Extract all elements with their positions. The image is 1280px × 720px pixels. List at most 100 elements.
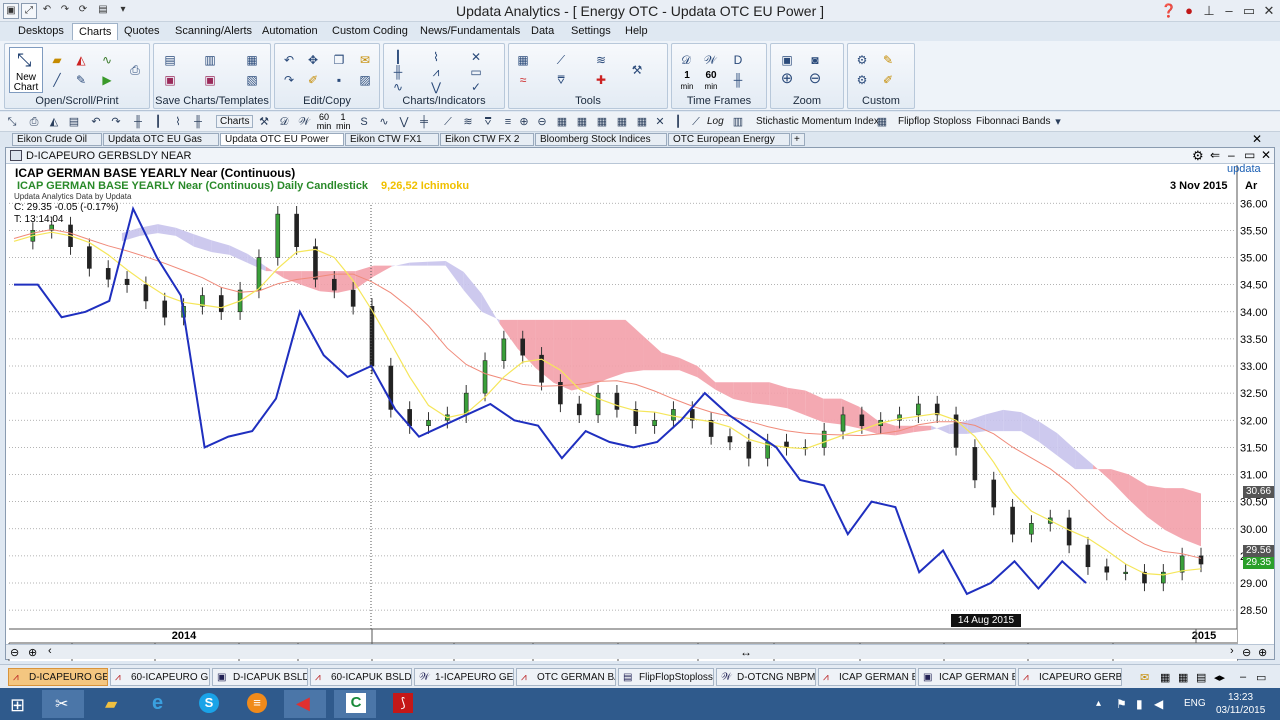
menu-data[interactable]: Data xyxy=(531,25,554,37)
tf-daily-small-icon[interactable]: 𝒟 xyxy=(276,114,292,130)
overlay-icon[interactable]: ▭ xyxy=(468,64,484,80)
menu-desktops[interactable]: Desktops xyxy=(18,25,64,37)
grid-icon[interactable]: ▦ xyxy=(1178,671,1188,684)
tools-icon[interactable]: ✕ xyxy=(468,49,484,65)
draw-line-icon[interactable]: ╱ xyxy=(49,72,65,88)
load-template-icon[interactable]: ▣ xyxy=(202,72,218,88)
menu-custom-coding[interactable]: Custom Coding xyxy=(332,25,408,37)
scroll-thumb[interactable]: ↔ xyxy=(740,645,752,659)
mountain-chart-icon[interactable]: ◭ xyxy=(73,52,89,68)
minimize-icon[interactable]: – xyxy=(1220,2,1238,20)
zoom-fit-icon[interactable]: ▣ xyxy=(779,52,795,68)
tray-up-icon[interactable]: ▴ xyxy=(1096,698,1101,709)
tray-date[interactable]: 03/11/2015 xyxy=(1216,705,1265,716)
zoom-out-icon[interactable]: ⊖ xyxy=(807,71,823,87)
windows-start-icon[interactable]: ⊞ xyxy=(10,695,25,716)
zoom-out-small-icon[interactable]: ⊖ xyxy=(10,646,19,659)
grid-tool-icon[interactable]: ▦ xyxy=(515,52,531,68)
menu-quotes[interactable]: Quotes xyxy=(124,25,159,37)
grid-small-icon-3[interactable]: ▦ xyxy=(594,114,610,130)
chart-plot[interactable]: 36.00 35.50 35.00 34.50 34.00 33.50 33.00 32.50… xyxy=(8,163,1274,661)
scroll-left-icon[interactable]: ‹ xyxy=(48,645,52,657)
tf-ticks-icon[interactable]: ╫ xyxy=(730,72,746,88)
taskbar-app-explorer[interactable]: ▰ xyxy=(92,690,134,718)
tf-1min-button[interactable]: 1 min xyxy=(680,70,694,92)
tray-volume-icon[interactable]: ◀ xyxy=(1154,697,1163,711)
tab-eikon-crude-oil[interactable]: Eikon Crude Oil xyxy=(12,133,102,146)
scroll-right-icon[interactable]: › xyxy=(1230,645,1234,657)
custom-settings-icon[interactable]: ⚙ xyxy=(854,72,870,88)
zoom-in-small-icon[interactable]: ⊕ xyxy=(28,646,37,659)
chart-close-icon[interactable]: ✕ xyxy=(1261,148,1271,162)
candles-icon[interactable]: ┃ xyxy=(390,49,406,65)
mountain-small-icon[interactable]: ◭ xyxy=(46,114,62,130)
chart-minimize-icon[interactable]: – xyxy=(1228,148,1235,162)
save-disk-icon[interactable]: ▪ xyxy=(331,72,347,88)
toolbar-dropdown-icon[interactable]: ▾ xyxy=(1050,114,1066,130)
taskbar-app-skype[interactable]: S xyxy=(188,690,230,718)
charts-button[interactable]: Charts xyxy=(216,115,254,128)
menu-help[interactable]: Help xyxy=(625,25,648,37)
add-tab-button[interactable]: + xyxy=(791,133,805,146)
menu-scanning-alerts[interactable]: Scanning/Alerts xyxy=(175,25,252,37)
tools-small-icon[interactable]: ⚒ xyxy=(256,114,272,130)
tab-eikon-ctw-fx2[interactable]: Eikon CTW FX 2 xyxy=(440,133,534,146)
wave-icon[interactable]: ∿ xyxy=(390,79,406,95)
zoom-in-icon[interactable]: ⊕ xyxy=(779,71,795,87)
tf-d-icon[interactable]: D xyxy=(730,52,746,68)
grid-small-icon-4[interactable]: ▦ xyxy=(614,114,630,130)
check-icon[interactable]: ✓ xyxy=(468,79,484,95)
close-tabs-icon[interactable]: ✕ xyxy=(1252,132,1262,146)
export-icon[interactable]: ▧ xyxy=(244,72,260,88)
tray-network-icon[interactable]: ▮ xyxy=(1136,697,1143,711)
tab-bloomberg-stock-indices[interactable]: Bloomberg Stock Indices xyxy=(535,133,667,146)
fib-tool-icon[interactable]: ≈ xyxy=(515,72,531,88)
candles-small-icon-2[interactable]: ┃ xyxy=(670,114,686,130)
doc-tab[interactable]: ⩘ICAP GERMAN BA xyxy=(818,668,916,686)
doc-tab[interactable]: 𝒲1-ICAPEURO GERI xyxy=(414,668,514,686)
help-icon[interactable]: ❓ xyxy=(1160,2,1178,20)
flipflop-indicator-button[interactable]: Flipflop Stoploss xyxy=(898,116,971,127)
custom-brush-icon[interactable]: ✐ xyxy=(880,72,896,88)
tab-updata-otc-eu-gas[interactable]: Updata OTC EU Gas xyxy=(103,133,219,146)
doc-tab[interactable]: ▤FlipFlopStoplossSys xyxy=(618,668,714,686)
doc-tab[interactable]: ⩘60-ICAPEURO GEF xyxy=(110,668,210,686)
tray-flag-icon[interactable]: ⚑ xyxy=(1116,697,1127,711)
line-chart-icon[interactable]: ⩘ xyxy=(428,64,444,80)
chart-svg[interactable]: 36.00 35.50 35.00 34.50 34.00 33.50 33.00 32.50… xyxy=(6,165,1270,661)
zoom-in-small-icon[interactable]: ⊕ xyxy=(516,114,532,130)
wave-small-icon[interactable]: ∿ xyxy=(376,114,392,130)
mail-icon[interactable]: ✉ xyxy=(1140,671,1149,684)
crosshair-icon[interactable]: ⤡ xyxy=(4,114,20,130)
maximize-icon[interactable]: ▭ xyxy=(1240,2,1258,20)
candles-small-icon[interactable]: ┃ xyxy=(150,114,166,130)
trend-tool-icon[interactable]: ⟋ xyxy=(553,52,569,68)
menu-charts[interactable]: Charts xyxy=(72,23,119,40)
print-small-icon[interactable]: ⎙ xyxy=(26,114,42,130)
channel-small-icon[interactable]: ≋ xyxy=(460,114,476,130)
fan-small-icon[interactable]: ⩢ xyxy=(480,114,496,130)
doc-tab[interactable]: ⩘ ICAPEURO GERBS xyxy=(1018,668,1122,686)
print-icon[interactable]: ⎙ xyxy=(127,62,143,78)
tf-weekly-icon[interactable]: 𝒲 xyxy=(702,52,718,68)
taskbar-app-camtasia[interactable]: C xyxy=(334,690,376,718)
tab-eikon-ctw-fx1[interactable]: Eikon CTW FX1 xyxy=(345,133,439,146)
zoom-in-right-icon[interactable]: ⊕ xyxy=(1258,646,1267,659)
grid-small-icon-2[interactable]: ▦ xyxy=(574,114,590,130)
doc-maximize-icon[interactable]: ▭ xyxy=(1256,671,1266,684)
undo-small-icon[interactable]: ↶ xyxy=(88,114,104,130)
measure-tool-icon[interactable]: ⩢ xyxy=(553,72,569,88)
indicator-bank-icon[interactable]: ▦ xyxy=(874,114,890,130)
close-small-icon[interactable]: ✕ xyxy=(652,114,668,130)
list-icon[interactable]: ▤ xyxy=(1196,671,1206,684)
paste-icon[interactable]: ▨ xyxy=(357,72,373,88)
channel-tool-icon[interactable]: ≋ xyxy=(593,52,609,68)
scale-small-icon[interactable]: ▥ xyxy=(730,114,746,130)
open-folder-icon[interactable]: ▰ xyxy=(49,52,65,68)
doc-tab[interactable]: ⩘ D-ICAPEURO GER xyxy=(8,668,108,686)
custom-indicator-icon[interactable]: ⚙ xyxy=(854,52,870,68)
zoom-out-small-icon[interactable]: ⊖ xyxy=(534,114,550,130)
settings-icon[interactable]: ⚙ xyxy=(1192,148,1204,164)
trend-small-icon[interactable]: ⟋ xyxy=(440,114,456,130)
pencil-icon[interactable]: ✎ xyxy=(73,72,89,88)
